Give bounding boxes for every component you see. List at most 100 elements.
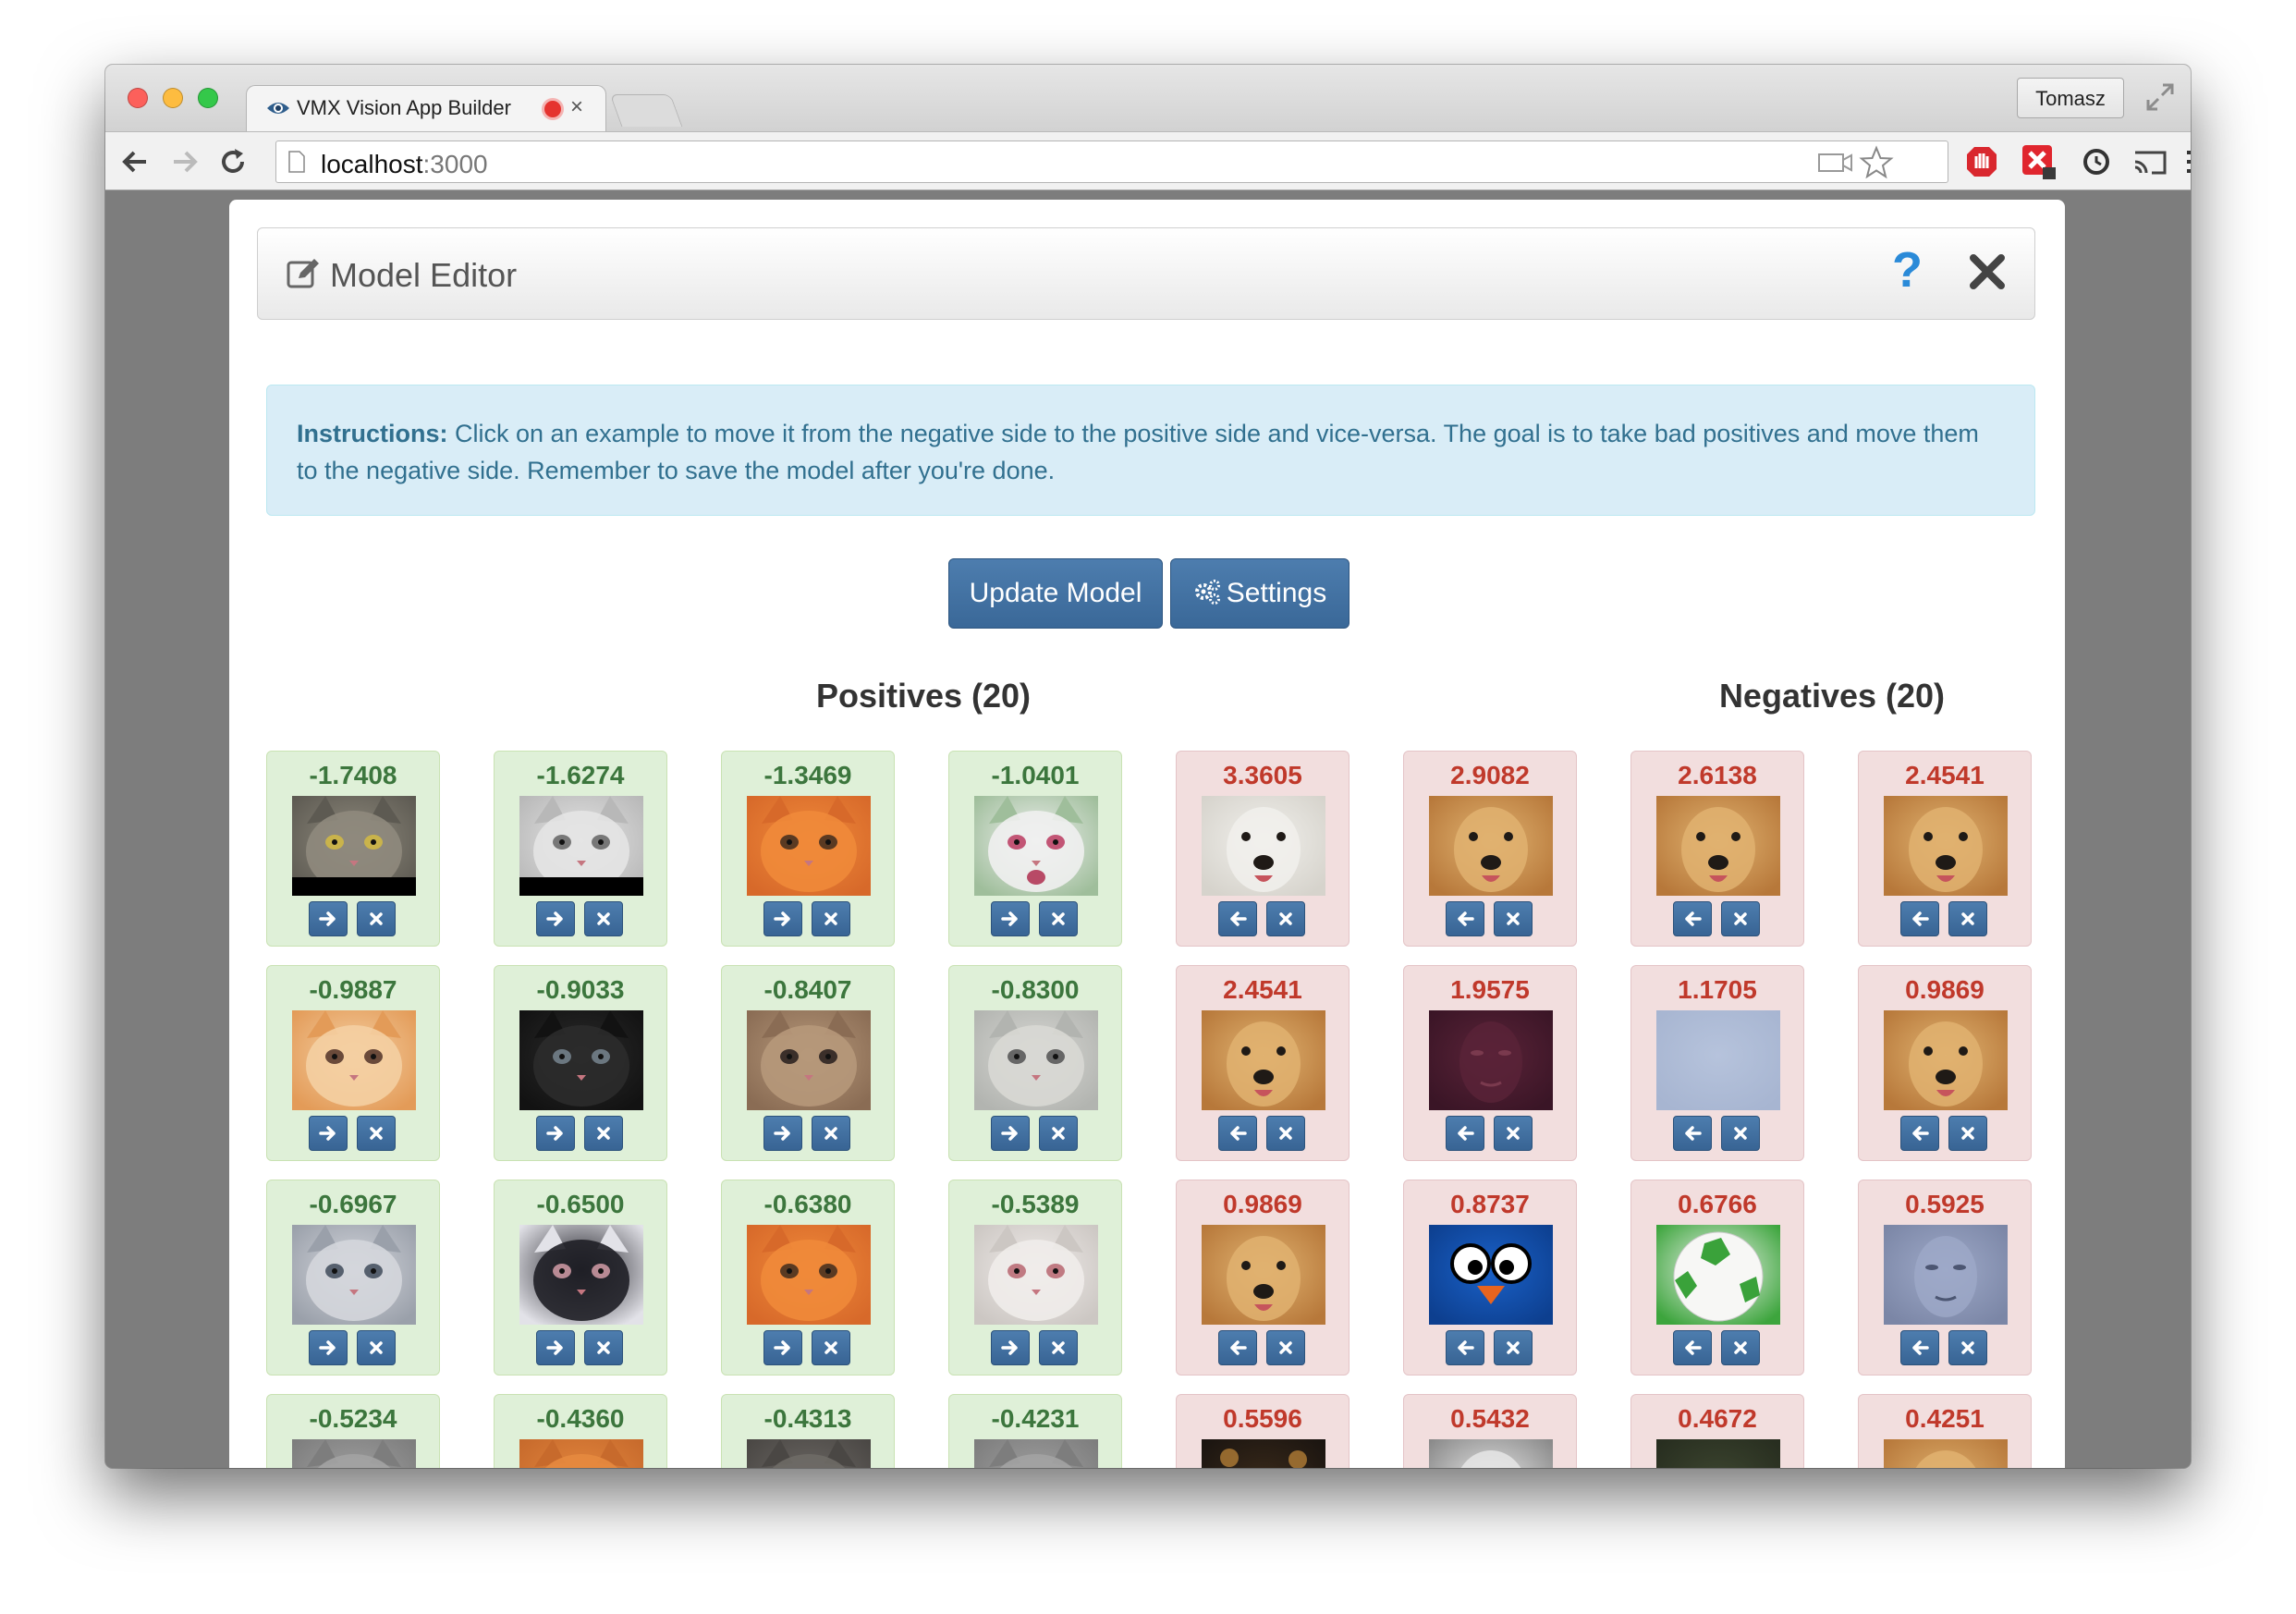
reload-icon[interactable]: [216, 145, 250, 178]
positive-example-card[interactable]: -0.4313: [721, 1394, 895, 1468]
example-thumbnail[interactable]: [519, 1439, 643, 1468]
example-thumbnail[interactable]: [1656, 1439, 1780, 1468]
remove-example-button[interactable]: [1266, 1116, 1305, 1151]
remove-example-button[interactable]: [1948, 1330, 1987, 1365]
negative-example-card[interactable]: 1.9575: [1403, 965, 1577, 1161]
example-thumbnail[interactable]: [974, 1439, 1098, 1468]
negative-example-card[interactable]: 0.6766: [1630, 1180, 1804, 1376]
remove-example-button[interactable]: [1948, 901, 1987, 936]
move-to-negatives-button[interactable]: [536, 1116, 575, 1151]
move-to-negatives-button[interactable]: [991, 1116, 1030, 1151]
remove-example-button[interactable]: [357, 1116, 396, 1151]
help-icon[interactable]: ?: [1892, 241, 1923, 299]
browser-tab[interactable]: VMX Vision App Builder ×: [246, 85, 606, 133]
negative-example-card[interactable]: 0.4672: [1630, 1394, 1804, 1468]
move-to-negatives-button[interactable]: [309, 1330, 348, 1365]
move-to-positives-button[interactable]: [1218, 901, 1257, 936]
back-arrow-icon[interactable]: [118, 145, 152, 178]
move-to-positives-button[interactable]: [1446, 1330, 1484, 1365]
move-to-negatives-button[interactable]: [991, 1330, 1030, 1365]
remove-example-button[interactable]: [584, 1116, 623, 1151]
move-to-positives-button[interactable]: [1218, 1116, 1257, 1151]
remove-example-button[interactable]: [1266, 901, 1305, 936]
negative-example-card[interactable]: 2.4541: [1176, 965, 1350, 1161]
move-to-positives-button[interactable]: [1446, 1116, 1484, 1151]
example-thumbnail[interactable]: [1429, 796, 1553, 896]
move-to-positives-button[interactable]: [1446, 901, 1484, 936]
negative-example-card[interactable]: 0.5432: [1403, 1394, 1577, 1468]
update-model-button[interactable]: Update Model: [948, 558, 1163, 629]
example-thumbnail[interactable]: [292, 1010, 416, 1110]
move-to-negatives-button[interactable]: [763, 1116, 802, 1151]
remove-example-button[interactable]: [1039, 1330, 1078, 1365]
positive-example-card[interactable]: -1.6274: [494, 751, 667, 947]
negative-example-card[interactable]: 2.4541: [1858, 751, 2032, 947]
example-thumbnail[interactable]: [1429, 1010, 1553, 1110]
example-thumbnail[interactable]: [747, 796, 871, 896]
remove-example-button[interactable]: [812, 1330, 850, 1365]
remove-example-button[interactable]: [1494, 1330, 1533, 1365]
move-to-negatives-button[interactable]: [309, 901, 348, 936]
example-thumbnail[interactable]: [1202, 796, 1325, 896]
remove-example-button[interactable]: [357, 901, 396, 936]
profile-button[interactable]: Tomasz: [2017, 78, 2124, 118]
positive-example-card[interactable]: -1.0401: [948, 751, 1122, 947]
remove-example-button[interactable]: [1039, 901, 1078, 936]
forward-arrow-icon[interactable]: [168, 145, 202, 178]
sync-extension-icon[interactable]: [2078, 143, 2115, 180]
example-thumbnail[interactable]: [1202, 1010, 1325, 1110]
negative-example-card[interactable]: 0.9869: [1176, 1180, 1350, 1376]
positive-example-card[interactable]: -0.6967: [266, 1180, 440, 1376]
url-text[interactable]: localhost:3000: [321, 150, 488, 179]
example-thumbnail[interactable]: [1429, 1225, 1553, 1325]
move-to-positives-button[interactable]: [1218, 1330, 1257, 1365]
move-to-positives-button[interactable]: [1900, 901, 1939, 936]
negative-example-card[interactable]: 0.8737: [1403, 1180, 1577, 1376]
menu-icon[interactable]: [2181, 143, 2191, 180]
zoom-window-button[interactable]: [198, 88, 218, 108]
remove-example-button[interactable]: [1039, 1116, 1078, 1151]
negative-example-card[interactable]: 1.1705: [1630, 965, 1804, 1161]
positive-example-card[interactable]: -0.9887: [266, 965, 440, 1161]
example-thumbnail[interactable]: [1884, 1010, 2008, 1110]
close-window-button[interactable]: [128, 88, 148, 108]
remove-example-button[interactable]: [1721, 1116, 1760, 1151]
negative-example-card[interactable]: 0.9869: [1858, 965, 2032, 1161]
example-thumbnail[interactable]: [1202, 1439, 1325, 1468]
example-thumbnail[interactable]: [1656, 1225, 1780, 1325]
remove-example-button[interactable]: [584, 901, 623, 936]
negative-example-card[interactable]: 0.5925: [1858, 1180, 2032, 1376]
remove-example-button[interactable]: [584, 1330, 623, 1365]
address-bar[interactable]: localhost:3000: [275, 141, 1948, 183]
move-to-negatives-button[interactable]: [536, 901, 575, 936]
remove-example-button[interactable]: [812, 901, 850, 936]
positive-example-card[interactable]: -0.6380: [721, 1180, 895, 1376]
example-thumbnail[interactable]: [974, 796, 1098, 896]
example-thumbnail[interactable]: [1202, 1225, 1325, 1325]
remove-example-button[interactable]: [1948, 1116, 1987, 1151]
remove-example-button[interactable]: [1494, 901, 1533, 936]
camera-icon[interactable]: [1818, 153, 1853, 173]
example-thumbnail[interactable]: [974, 1225, 1098, 1325]
move-to-positives-button[interactable]: [1900, 1330, 1939, 1365]
positive-example-card[interactable]: -0.5234: [266, 1394, 440, 1468]
positive-example-card[interactable]: -1.7408: [266, 751, 440, 947]
move-to-negatives-button[interactable]: [763, 901, 802, 936]
new-tab-button[interactable]: [609, 94, 683, 127]
move-to-positives-button[interactable]: [1673, 1116, 1712, 1151]
positive-example-card[interactable]: -0.4360: [494, 1394, 667, 1468]
cast-icon[interactable]: [2131, 143, 2168, 180]
remove-example-button[interactable]: [357, 1330, 396, 1365]
remove-example-button[interactable]: [812, 1116, 850, 1151]
negative-example-card[interactable]: 2.9082: [1403, 751, 1577, 947]
example-thumbnail[interactable]: [1884, 1439, 2008, 1468]
positive-example-card[interactable]: -1.3469: [721, 751, 895, 947]
close-icon[interactable]: [1968, 252, 2007, 291]
bookmark-star-icon[interactable]: [1859, 145, 1894, 180]
example-thumbnail[interactable]: [1884, 796, 2008, 896]
move-to-positives-button[interactable]: [1673, 1330, 1712, 1365]
move-to-positives-button[interactable]: [1900, 1116, 1939, 1151]
negative-example-card[interactable]: 0.5596: [1176, 1394, 1350, 1468]
fullscreen-icon[interactable]: [2144, 81, 2176, 113]
example-thumbnail[interactable]: [519, 796, 643, 896]
